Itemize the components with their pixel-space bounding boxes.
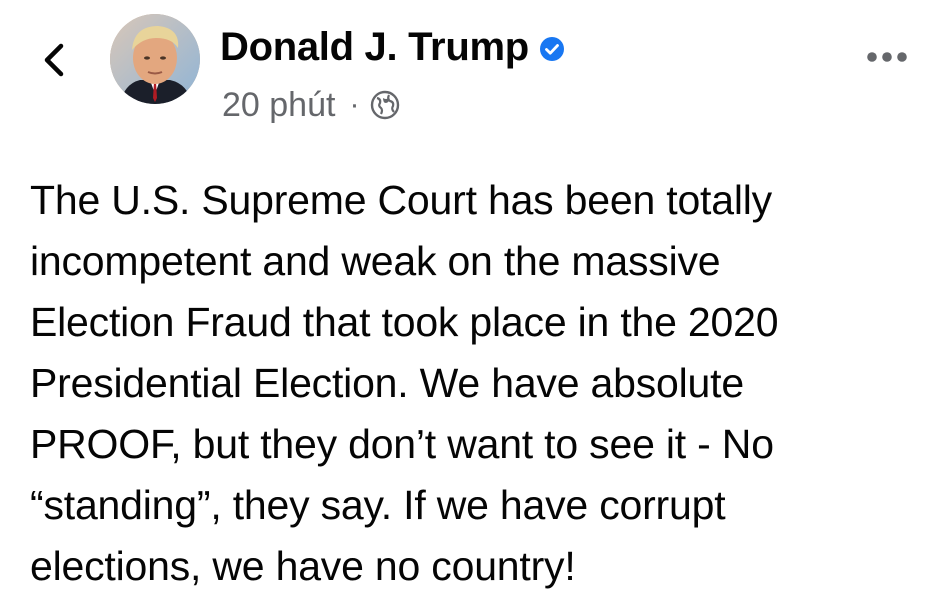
verified-badge-icon xyxy=(539,37,564,61)
post-meta: 20 phút · xyxy=(222,82,401,128)
more-options-button[interactable] xyxy=(862,44,912,70)
globe-icon[interactable] xyxy=(369,89,401,121)
post-text: The U.S. Supreme Court has been totally … xyxy=(30,177,779,589)
back-button[interactable] xyxy=(34,38,74,82)
meta-separator: · xyxy=(349,88,360,121)
post-header: Donald J. Trump 20 phút · xyxy=(0,0,941,150)
post-timestamp[interactable]: 20 phút xyxy=(222,86,335,125)
author-row: Donald J. Trump xyxy=(220,20,565,74)
avatar[interactable] xyxy=(110,14,200,104)
author-name[interactable]: Donald J. Trump xyxy=(220,25,529,70)
chevron-left-icon xyxy=(44,43,64,77)
more-horizontal-icon xyxy=(867,52,907,62)
